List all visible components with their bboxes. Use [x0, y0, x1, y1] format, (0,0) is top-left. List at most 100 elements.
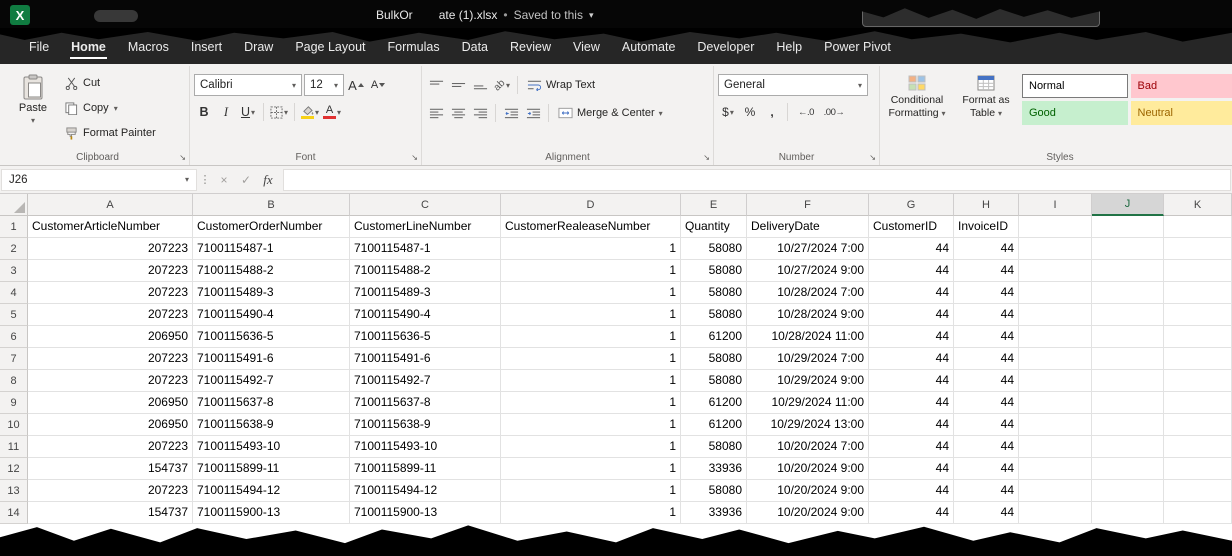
top-align-button[interactable]	[426, 75, 446, 95]
cell-E10[interactable]: 61200	[681, 414, 747, 436]
cell-G7[interactable]: 44	[869, 348, 954, 370]
decrease-decimal-button[interactable]: .00→	[821, 102, 847, 122]
number-format-combo[interactable]: General ▾	[718, 74, 868, 96]
cell-G2[interactable]: 44	[869, 238, 954, 260]
cell-K11[interactable]	[1164, 436, 1232, 458]
cell-E8[interactable]: 58080	[681, 370, 747, 392]
cell-J12[interactable]	[1092, 458, 1164, 480]
row-header-11[interactable]: 11	[0, 436, 28, 458]
menu-tab-file[interactable]: File	[18, 30, 60, 64]
cell-D11[interactable]: 1	[501, 436, 681, 458]
cell-I5[interactable]	[1019, 304, 1092, 326]
cell-K1[interactable]	[1164, 216, 1232, 238]
cell-J11[interactable]	[1092, 436, 1164, 458]
cell-F3[interactable]: 10/27/2024 9:00	[747, 260, 869, 282]
cell-C14[interactable]: 7100115900-13	[350, 502, 501, 524]
menu-tab-automate[interactable]: Automate	[611, 30, 687, 64]
cell-style-normal[interactable]: Normal	[1022, 74, 1128, 98]
cell-A11[interactable]: 207223	[28, 436, 193, 458]
row-header-9[interactable]: 9	[0, 392, 28, 414]
row-header-14[interactable]: 14	[0, 502, 28, 524]
column-header-K[interactable]: K	[1164, 194, 1232, 216]
cell-C11[interactable]: 7100115493-10	[350, 436, 501, 458]
cell-I4[interactable]	[1019, 282, 1092, 304]
cell-A8[interactable]: 207223	[28, 370, 193, 392]
align-right-button[interactable]	[470, 103, 490, 123]
cell-F13[interactable]: 10/20/2024 9:00	[747, 480, 869, 502]
cell-K5[interactable]	[1164, 304, 1232, 326]
alignment-dialog-launcher[interactable]: ↘	[703, 154, 710, 162]
font-color-button[interactable]: A ▾	[322, 102, 342, 122]
cell-B5[interactable]: 7100115490-4	[193, 304, 350, 326]
cell-A14[interactable]: 154737	[28, 502, 193, 524]
cell-H3[interactable]: 44	[954, 260, 1019, 282]
cell-K9[interactable]	[1164, 392, 1232, 414]
cell-E4[interactable]: 58080	[681, 282, 747, 304]
increase-decimal-button[interactable]: ←.0	[793, 102, 819, 122]
cell-style-good[interactable]: Good	[1022, 101, 1128, 125]
cell-H5[interactable]: 44	[954, 304, 1019, 326]
cell-K3[interactable]	[1164, 260, 1232, 282]
underline-button[interactable]: U▾	[238, 102, 258, 122]
menu-tab-page-layout[interactable]: Page Layout	[284, 30, 376, 64]
cell-D7[interactable]: 1	[501, 348, 681, 370]
cell-E7[interactable]: 58080	[681, 348, 747, 370]
cell-F8[interactable]: 10/29/2024 9:00	[747, 370, 869, 392]
format-painter-button[interactable]: Format Painter	[62, 122, 159, 144]
cell-B13[interactable]: 7100115494-12	[193, 480, 350, 502]
menu-tab-data[interactable]: Data	[451, 30, 499, 64]
cell-I11[interactable]	[1019, 436, 1092, 458]
cell-B1[interactable]: CustomerOrderNumber	[193, 216, 350, 238]
cell-H9[interactable]: 44	[954, 392, 1019, 414]
paste-button[interactable]: Paste ▾	[10, 69, 56, 144]
cell-D1[interactable]: CustomerRealeaseNumber	[501, 216, 681, 238]
row-header-2[interactable]: 2	[0, 238, 28, 260]
cell-A5[interactable]: 207223	[28, 304, 193, 326]
cell-D6[interactable]: 1	[501, 326, 681, 348]
merge-center-button[interactable]: Merge & Center ▾	[554, 102, 667, 124]
increase-font-size-button[interactable]: A	[346, 75, 366, 95]
column-header-G[interactable]: G	[869, 194, 954, 216]
cut-button[interactable]: Cut	[62, 72, 159, 94]
cell-H10[interactable]: 44	[954, 414, 1019, 436]
cell-I7[interactable]	[1019, 348, 1092, 370]
column-header-C[interactable]: C	[350, 194, 501, 216]
menu-tab-power-pivot[interactable]: Power Pivot	[813, 30, 902, 64]
column-header-D[interactable]: D	[501, 194, 681, 216]
cell-C7[interactable]: 7100115491-6	[350, 348, 501, 370]
cell-H4[interactable]: 44	[954, 282, 1019, 304]
cell-G11[interactable]: 44	[869, 436, 954, 458]
row-header-6[interactable]: 6	[0, 326, 28, 348]
cell-E13[interactable]: 58080	[681, 480, 747, 502]
cell-E14[interactable]: 33936	[681, 502, 747, 524]
cell-J13[interactable]	[1092, 480, 1164, 502]
menu-tab-review[interactable]: Review	[499, 30, 562, 64]
bottom-align-button[interactable]	[470, 75, 490, 95]
decrease-indent-button[interactable]	[501, 103, 521, 123]
cell-K14[interactable]	[1164, 502, 1232, 524]
align-left-button[interactable]	[426, 103, 446, 123]
cell-style-neutral[interactable]: Neutral	[1131, 101, 1232, 125]
menu-tab-insert[interactable]: Insert	[180, 30, 233, 64]
cell-B7[interactable]: 7100115491-6	[193, 348, 350, 370]
menu-tab-macros[interactable]: Macros	[117, 30, 180, 64]
number-dialog-launcher[interactable]: ↘	[869, 154, 876, 162]
cell-E11[interactable]: 58080	[681, 436, 747, 458]
cell-B6[interactable]: 7100115636-5	[193, 326, 350, 348]
cell-C2[interactable]: 7100115487-1	[350, 238, 501, 260]
select-all-button[interactable]	[0, 194, 28, 216]
cell-F10[interactable]: 10/29/2024 13:00	[747, 414, 869, 436]
cell-D8[interactable]: 1	[501, 370, 681, 392]
cell-A12[interactable]: 154737	[28, 458, 193, 480]
insert-function-button[interactable]: fx	[257, 169, 279, 191]
cell-I10[interactable]	[1019, 414, 1092, 436]
format-as-table-button[interactable]: Format as Table ▾	[953, 72, 1019, 125]
cell-C1[interactable]: CustomerLineNumber	[350, 216, 501, 238]
row-header-3[interactable]: 3	[0, 260, 28, 282]
font-size-combo[interactable]: 12 ▾	[304, 74, 344, 96]
cell-J9[interactable]	[1092, 392, 1164, 414]
cell-K10[interactable]	[1164, 414, 1232, 436]
cell-G8[interactable]: 44	[869, 370, 954, 392]
cell-A7[interactable]: 207223	[28, 348, 193, 370]
menu-tab-home[interactable]: Home	[60, 30, 117, 64]
